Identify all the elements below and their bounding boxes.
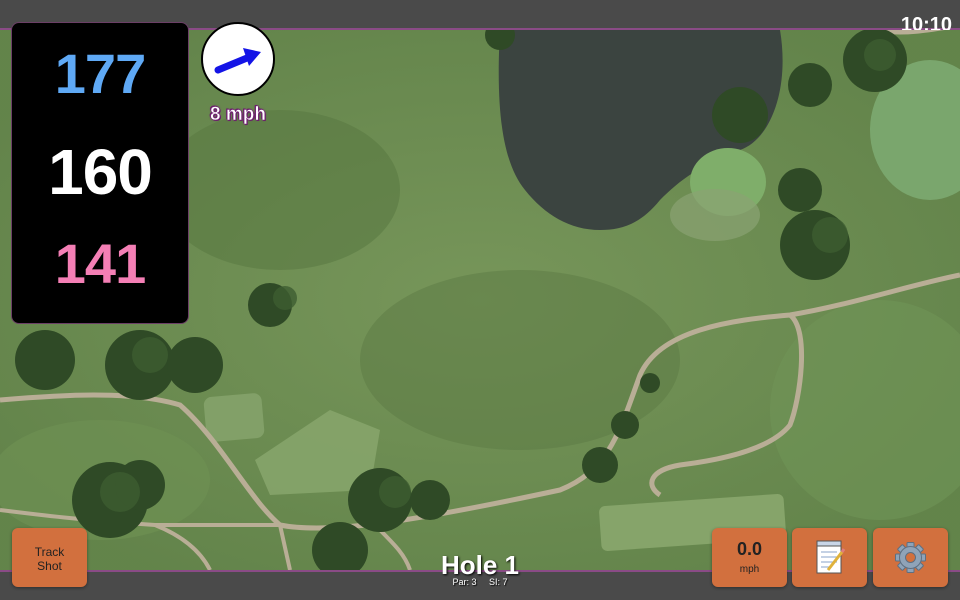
speed-button[interactable]: 0.0 mph (712, 528, 787, 587)
gear-icon (895, 542, 926, 573)
hole-par: Par: 3 (452, 577, 477, 587)
wind-direction-arrow-icon (214, 48, 261, 74)
distance-front: 141 (54, 232, 146, 295)
speed-unit: mph (739, 564, 760, 575)
wind-speed-label: 8 mph (210, 104, 267, 126)
track-shot-button[interactable]: Track Shot (12, 528, 87, 587)
track-shot-label-line1: Track (34, 545, 65, 559)
speed-value: 0.0 (736, 539, 763, 559)
distance-back: 177 (54, 42, 146, 105)
hole-info: Par: 3 SI: 7 (380, 577, 580, 587)
notepad-icon (816, 540, 846, 574)
distance-middle: 160 (48, 136, 153, 208)
track-shot-label-line2: Shot (37, 559, 62, 573)
wind-indicator (201, 22, 275, 96)
hole-stroke-index: SI: 7 (489, 577, 508, 587)
settings-button[interactable] (873, 528, 948, 587)
notes-button[interactable] (792, 528, 867, 587)
distance-panel: 177 160 141 (11, 22, 189, 324)
